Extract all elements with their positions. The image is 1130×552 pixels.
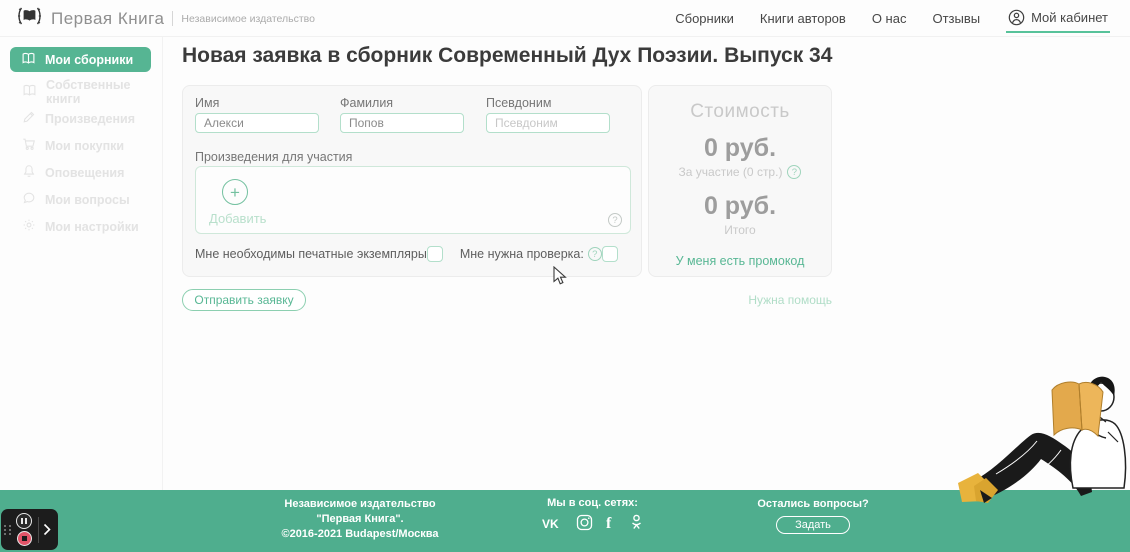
footer-company-info: Независимое издательство "Первая Книга".… (235, 497, 485, 542)
brand-tagline: Независимое издательство (181, 13, 315, 25)
sidebar-item-label: Мои вопросы (45, 193, 130, 207)
book-icon (22, 84, 37, 100)
participation-help-icon[interactable]: ? (787, 165, 801, 179)
first-name-field-group: Имя (195, 96, 319, 133)
cost-title: Стоимость (649, 101, 831, 123)
footer-social: Мы в соц. сетях: VK f (520, 497, 665, 531)
page-title: Новая заявка в сборник Современный Дух П… (182, 44, 832, 68)
promo-code-link[interactable]: У меня есть промокод (676, 254, 805, 268)
application-form: Имя Фамилия Псевдоним Произведения для у… (182, 85, 642, 277)
sidebar-item-label: Произведения (45, 112, 135, 126)
cost-panel: Стоимость 0 руб. За участие (0 стр.) ? 0… (648, 85, 832, 277)
sidebar-item-questions[interactable]: Мои вопросы (0, 186, 162, 213)
plus-circle-icon[interactable]: + (222, 179, 248, 205)
nav-about[interactable]: О нас (872, 11, 907, 26)
need-check-checkbox[interactable] (602, 246, 618, 262)
pseudonym-input[interactable] (486, 113, 610, 133)
svg-text:VK: VK (542, 517, 559, 531)
pseudonym-field-group: Псевдоним (486, 96, 610, 133)
my-cabinet-label: Мой кабинет (1031, 10, 1108, 25)
first-name-input[interactable] (195, 113, 319, 133)
participation-caption-text: За участие (0 стр.) (679, 165, 783, 179)
gear-icon (22, 218, 36, 235)
laurel-book-logo-icon (16, 3, 43, 34)
first-name-label: Имя (195, 96, 319, 110)
my-cabinet-link[interactable]: Мой кабинет (1006, 5, 1110, 33)
total-caption-text: Итого (724, 223, 755, 237)
sidebar-item-notifications[interactable]: Оповещения (0, 159, 162, 186)
footer-company-line: Независимое издательство (235, 497, 485, 512)
sidebar-item-purchases[interactable]: Мои покупки (0, 132, 162, 159)
top-nav: Сборники Книги авторов О нас Отзывы Мой … (675, 0, 1110, 37)
person-circle-icon (1008, 9, 1025, 26)
last-name-input[interactable] (340, 113, 464, 133)
sidebar-item-works[interactable]: Произведения (0, 105, 162, 132)
sidebar-item-label: Оповещения (45, 166, 124, 180)
pause-icon[interactable] (16, 513, 32, 529)
submit-application-button[interactable]: Отправить заявку (182, 289, 306, 311)
cart-icon (22, 137, 36, 154)
brand[interactable]: Первая Книга Независимое издательство (16, 0, 315, 37)
footer-company-line: ©2016-2021 Budapest/Москва (235, 527, 485, 542)
footer: Независимое издательство "Первая Книга".… (0, 490, 1130, 552)
add-work-dropzone[interactable]: + Добавить ? (195, 166, 631, 234)
drag-handle-icon[interactable] (4, 525, 14, 535)
top-header: Первая Книга Независимое издательство Сб… (0, 0, 1130, 37)
footer-questions: Остались вопросы? Задать (748, 498, 878, 534)
total-caption: Итого (649, 223, 831, 237)
need-check-label: Мне нужна проверка: (460, 247, 584, 261)
sidebar-item-label: Мои покупки (45, 139, 124, 153)
add-work-label: Добавить (209, 211, 266, 226)
sidebar-item-label: Собственные книги (46, 78, 162, 106)
app-window: Первая Книга Независимое издательство Сб… (0, 0, 1130, 552)
facebook-icon[interactable]: f (606, 514, 616, 531)
svg-text:f: f (606, 515, 612, 531)
works-section-label: Произведения для участия (195, 150, 352, 164)
last-name-field-group: Фамилия (340, 96, 464, 133)
sidebar-item-label: Мои сборники (45, 53, 133, 67)
questions-label: Остались вопросы? (748, 498, 878, 510)
brand-divider (172, 11, 173, 26)
social-icons-row: VK f (520, 514, 665, 531)
sidebar-item-label: Мои настройки (45, 220, 139, 234)
print-copies-label: Мне необходимы печатные экземпляры (195, 247, 427, 261)
stop-record-icon[interactable] (17, 531, 32, 546)
book-icon (21, 52, 36, 68)
nav-collections[interactable]: Сборники (675, 11, 734, 26)
footer-company-line: "Первая Книга". (235, 512, 485, 527)
pencil-icon (22, 110, 36, 127)
bell-icon (22, 164, 36, 181)
print-copies-checkbox[interactable] (427, 246, 443, 262)
odnoklassniki-icon[interactable] (629, 514, 644, 531)
instagram-icon[interactable] (576, 514, 593, 531)
sidebar-item-own-books[interactable]: Собственные книги (0, 78, 162, 105)
pseudonym-label: Псевдоним (486, 96, 610, 110)
last-name-label: Фамилия (340, 96, 464, 110)
chevron-right-icon[interactable] (43, 523, 51, 536)
sidebar: Мои сборники Собственные книги Произведе… (0, 37, 163, 490)
need-help-link[interactable]: Нужна помощь (748, 293, 832, 307)
works-help-icon[interactable]: ? (608, 213, 622, 227)
participation-amount: 0 руб. (649, 134, 831, 163)
options-row: Мне необходимы печатные экземпляры Мне н… (195, 246, 631, 262)
nav-author-books[interactable]: Книги авторов (760, 11, 846, 26)
vk-icon[interactable]: VK (542, 515, 563, 531)
chat-icon (22, 191, 36, 208)
sidebar-item-my-collections[interactable]: Мои сборники (10, 47, 151, 72)
social-label: Мы в соц. сетях: (520, 497, 665, 509)
recorder-divider (38, 517, 39, 543)
ask-question-button[interactable]: Задать (776, 516, 850, 534)
screen-recorder-widget (1, 509, 58, 550)
sidebar-item-settings[interactable]: Мои настройки (0, 213, 162, 240)
recorder-buttons (16, 513, 32, 546)
brand-name: Первая Книга (51, 9, 164, 29)
participation-caption: За участие (0 стр.) ? (649, 165, 831, 179)
nav-reviews[interactable]: Отзывы (932, 11, 980, 26)
need-check-help-icon[interactable]: ? (588, 247, 602, 261)
total-amount: 0 руб. (649, 192, 831, 221)
